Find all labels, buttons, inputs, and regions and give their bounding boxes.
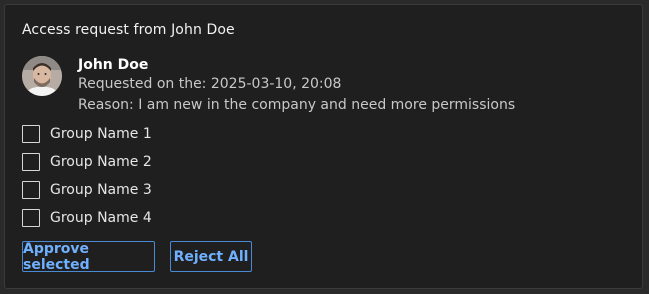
group-checkbox-3[interactable] (22, 181, 40, 199)
group-label-4: Group Name 4 (50, 210, 152, 226)
avatar-photo-icon (22, 56, 62, 96)
group-checkbox-2[interactable] (22, 153, 40, 171)
group-list: Group Name 1 Group Name 2 Group Name 3 G… (22, 120, 152, 232)
requester-name: John Doe (78, 57, 149, 73)
group-row-4: Group Name 4 (22, 204, 152, 232)
reject-all-button[interactable]: Reject All (170, 241, 252, 272)
requester-details: John Doe Requested on the: 2025-03-10, 2… (78, 57, 515, 116)
group-checkbox-1[interactable] (22, 125, 40, 143)
reason-text: Reason: I am new in the company and need… (78, 97, 516, 113)
access-request-card: Access request from John Doe John Doe Re… (4, 4, 643, 289)
group-row-1: Group Name 1 (22, 120, 152, 148)
requested-on-text: Requested on the: 2025-03-10, 20:08 (78, 76, 342, 92)
card-title: Access request from John Doe (22, 22, 235, 38)
group-row-2: Group Name 2 (22, 148, 152, 176)
group-checkbox-4[interactable] (22, 209, 40, 227)
approve-selected-button[interactable]: Approve selected (22, 241, 155, 273)
avatar (22, 56, 62, 96)
group-label-2: Group Name 2 (50, 154, 152, 170)
group-row-3: Group Name 3 (22, 176, 152, 204)
group-label-3: Group Name 3 (50, 182, 152, 198)
group-label-1: Group Name 1 (50, 126, 152, 142)
